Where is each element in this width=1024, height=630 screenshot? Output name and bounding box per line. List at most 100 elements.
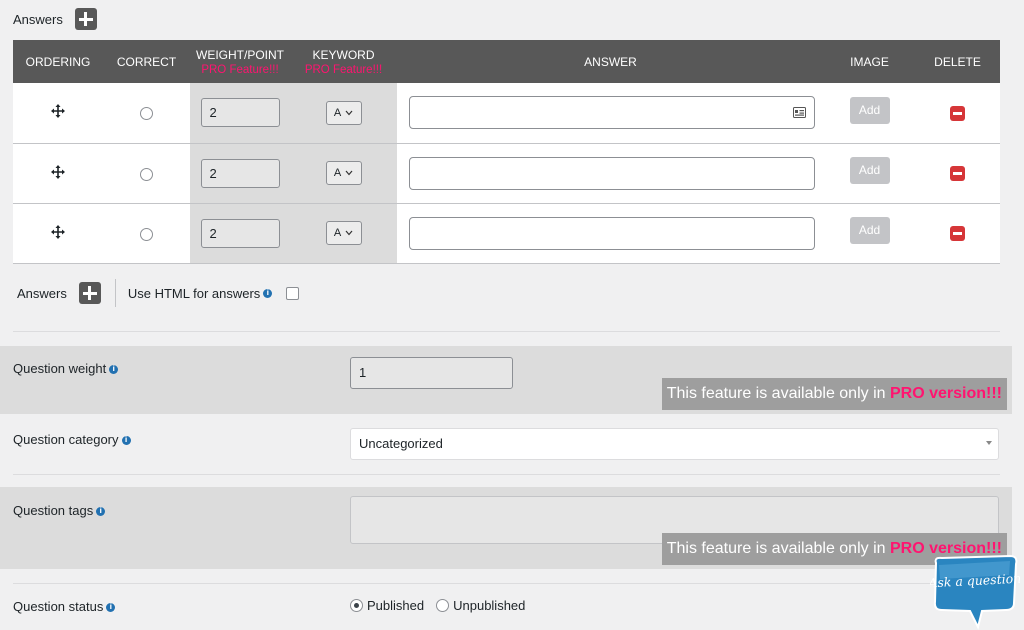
answers-heading: Answers — [13, 8, 97, 30]
question-category-row: Question category i Uncategorized — [0, 414, 1012, 474]
published-radio[interactable] — [350, 599, 363, 612]
correct-radio[interactable] — [140, 167, 153, 181]
header-delete: DELETE — [915, 40, 1000, 83]
delete-row-icon[interactable] — [950, 226, 965, 242]
question-status-options: Published Unpublished — [350, 598, 525, 613]
answer-input[interactable] — [409, 96, 815, 130]
answer-cell — [397, 203, 824, 264]
question-weight-input[interactable]: 1 — [350, 357, 513, 389]
weight-input[interactable]: 2 — [200, 158, 280, 188]
keyword-cell: A — [290, 143, 397, 204]
info-icon[interactable]: i — [263, 288, 273, 298]
move-icon[interactable] — [51, 224, 65, 239]
ordering-cell — [13, 203, 103, 264]
image-cell: Add — [824, 203, 915, 264]
correct-cell — [103, 143, 190, 204]
question-status-row: Question status i Published Unpublished — [0, 598, 1012, 618]
add-image-button[interactable]: Add — [849, 217, 890, 244]
use-html-checkbox[interactable] — [286, 286, 300, 300]
correct-radio[interactable] — [140, 227, 153, 241]
status-unpublished-option[interactable]: Unpublished — [436, 598, 525, 613]
correct-radio[interactable] — [140, 107, 153, 121]
keyword-cell: A — [290, 203, 397, 264]
keyword-select[interactable]: A — [325, 221, 362, 245]
question-weight-label: Question weight i — [13, 361, 119, 376]
question-category-select[interactable]: Uncategorized — [350, 428, 999, 460]
divider — [114, 279, 116, 307]
question-category-label: Question category i — [13, 432, 131, 447]
add-answer-plus-icon[interactable] — [74, 8, 97, 30]
answer-input[interactable] — [409, 156, 815, 190]
answer-cell — [397, 143, 824, 204]
question-weight-row: Question weight i 1 This feature is avail… — [0, 346, 1012, 414]
answer-row: 2 A Add — [13, 203, 1000, 264]
chevron-down-icon — [345, 110, 353, 116]
unpublished-radio[interactable] — [436, 599, 450, 612]
answer-cell — [397, 83, 824, 144]
divider — [13, 583, 1000, 584]
add-answer-plus-icon[interactable] — [78, 282, 101, 304]
answers-table-header: ORDERING CORRECT WEIGHT/POINT PRO Featur… — [13, 40, 1000, 83]
delete-row-icon[interactable] — [950, 166, 965, 182]
header-keyword-label: KEYWORD — [312, 47, 375, 62]
header-weight: WEIGHT/POINT PRO Feature!!! — [190, 40, 290, 83]
answer-row: 2 A Add — [13, 83, 1000, 144]
weight-input[interactable]: 2 — [200, 98, 280, 128]
answer-input[interactable] — [409, 216, 815, 250]
header-image: IMAGE — [824, 40, 915, 83]
answers-heading-label: Answers — [13, 11, 63, 27]
info-icon[interactable]: i — [106, 603, 116, 613]
ordering-cell — [13, 143, 103, 204]
keyword-select[interactable]: A — [325, 161, 362, 185]
divider — [13, 474, 1000, 475]
move-icon[interactable] — [51, 164, 65, 179]
add-image-button[interactable]: Add — [849, 96, 890, 124]
move-icon[interactable] — [51, 104, 65, 119]
keyword-cell: A — [290, 83, 397, 144]
keyword-select[interactable]: A — [325, 100, 362, 125]
delete-cell — [915, 83, 1000, 144]
question-tags-label: Question tags i — [13, 503, 106, 518]
contact-card-icon[interactable] — [793, 107, 806, 119]
answers-table: ORDERING CORRECT WEIGHT/POINT PRO Featur… — [13, 40, 1000, 264]
question-category-value: Uncategorized — [359, 436, 443, 451]
correct-cell — [103, 83, 190, 144]
keyword-value: A — [333, 106, 342, 119]
question-status-label: Question status i — [13, 599, 116, 614]
answer-row: 2 A Add — [13, 143, 1000, 204]
question-tags-row: Question tags i This feature is available… — [0, 487, 1012, 569]
pro-feature-banner: This feature is available only in PRO ve… — [661, 378, 1007, 410]
use-html-label: Use HTML for answers — [127, 285, 261, 301]
caret-down-icon — [986, 441, 992, 445]
keyword-value: A — [333, 167, 342, 179]
unpublished-label: Unpublished — [453, 598, 526, 613]
header-answer: ANSWER — [397, 40, 824, 83]
header-keyword: KEYWORD PRO Feature!!! — [290, 40, 397, 83]
status-published-option[interactable]: Published — [350, 598, 424, 613]
question-category-text: Question category — [13, 432, 119, 447]
chevron-down-icon — [345, 230, 353, 236]
pro-banner-highlight: PRO version!!! — [889, 385, 1002, 402]
question-tags-text: Question tags — [13, 503, 94, 518]
header-ordering: ORDERING — [13, 40, 103, 83]
pro-banner-text: This feature is available only in — [666, 540, 890, 557]
delete-row-icon[interactable] — [950, 105, 965, 121]
weight-pro-tag: PRO Feature!!! — [201, 63, 279, 76]
add-image-button[interactable]: Add — [849, 157, 890, 184]
weight-input[interactable]: 2 — [200, 218, 280, 248]
pro-banner-text: This feature is available only in — [666, 385, 890, 402]
question-weight-text: Question weight — [13, 361, 107, 376]
info-icon[interactable]: i — [96, 507, 106, 517]
answers-toolbar: Answers Use HTML for answers i — [17, 278, 300, 308]
keyword-value: A — [333, 227, 342, 239]
ordering-cell — [13, 83, 103, 144]
info-icon[interactable]: i — [109, 365, 119, 375]
chevron-down-icon — [345, 170, 353, 176]
weight-cell: 2 — [190, 203, 290, 264]
image-cell: Add — [824, 143, 915, 204]
ask-question-button[interactable]: Ask a question — [930, 555, 1020, 630]
published-label: Published — [367, 598, 425, 613]
delete-cell — [915, 203, 1000, 264]
keyword-pro-tag: PRO Feature!!! — [304, 63, 383, 76]
info-icon[interactable]: i — [121, 436, 131, 446]
